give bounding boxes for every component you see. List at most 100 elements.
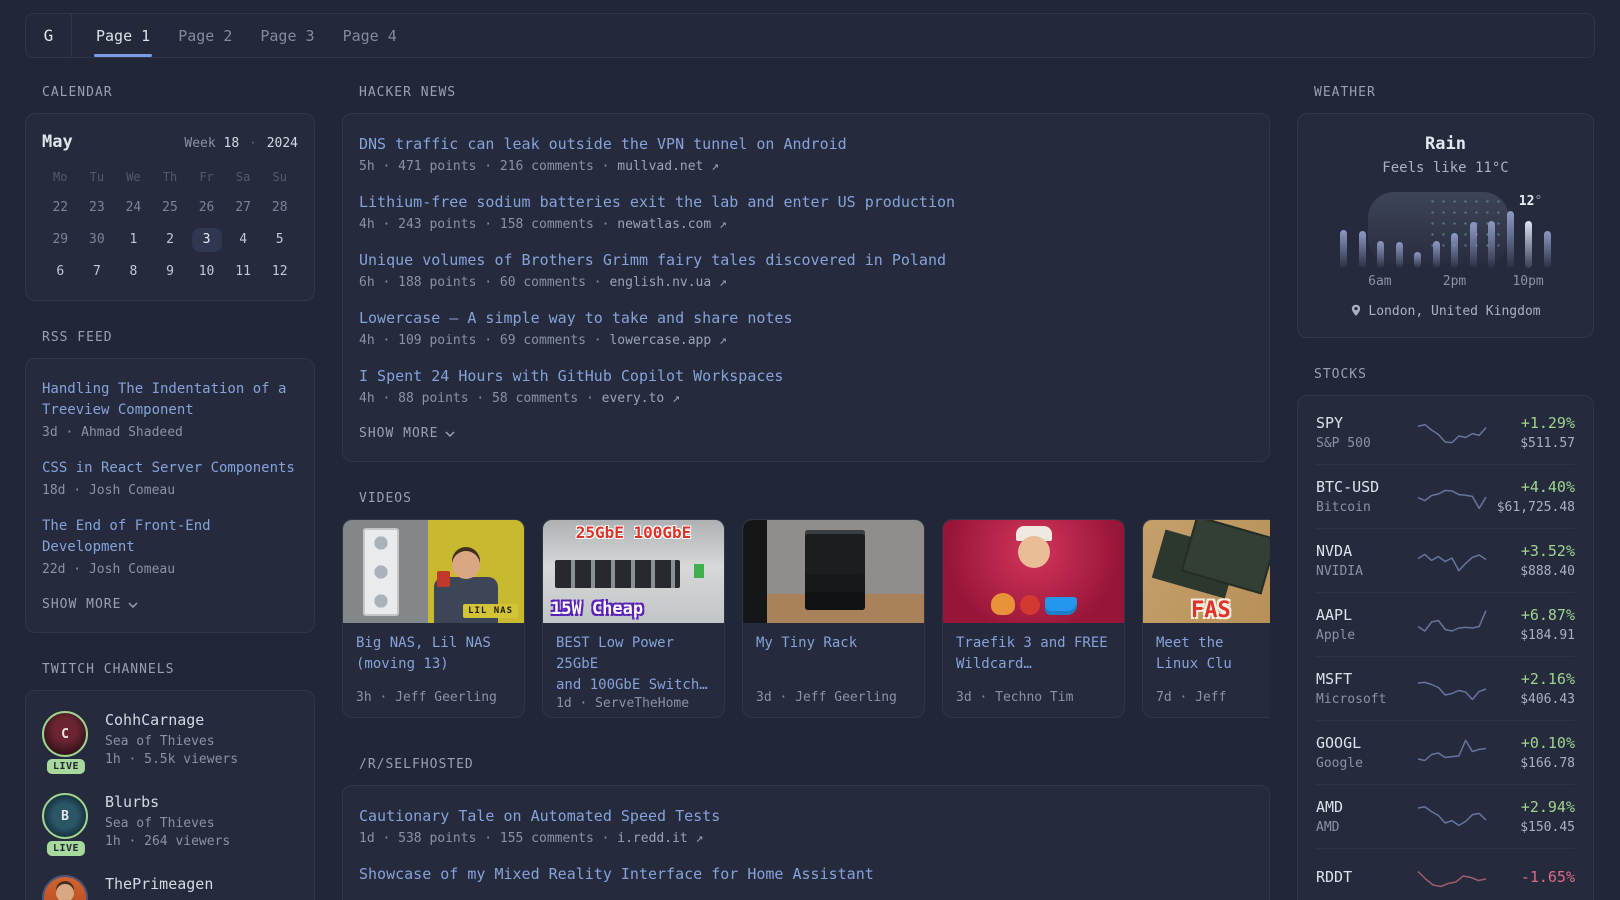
stock-row[interactable]: RDDT -1.65% — [1316, 848, 1575, 900]
twitch-channel-row[interactable]: ThePrimeagen — [42, 875, 298, 900]
video-title-line: Traefik 3 and FREE — [956, 635, 1108, 651]
stock-row[interactable]: NVDA NVIDIA +3.52% $888.40 — [1316, 528, 1575, 592]
video-card[interactable]: Traefik 3 and FREE Wildcard… 3d · Techno… — [942, 519, 1125, 718]
stock-price: $406.43 — [1491, 692, 1575, 707]
hn-item-meta: 4h · 109 points · 69 comments · lowercas… — [359, 333, 1253, 348]
video-title[interactable]: Meet the Linux Clu — [1156, 633, 1270, 675]
hn-source-link[interactable]: mullvad.net ↗ — [617, 159, 719, 174]
rss-show-more-button[interactable]: SHOW MORE — [42, 597, 298, 612]
peak-temp-value: 12 — [1519, 194, 1535, 209]
video-thumbnail[interactable] — [943, 520, 1124, 623]
calendar-day: 9 — [152, 260, 189, 284]
hn-item-title[interactable]: Lithium-free sodium batteries exit the l… — [359, 192, 1253, 213]
video-title-line: My Tiny Rack — [756, 635, 857, 651]
hn-item-title[interactable]: Lowercase – A simple way to take and sha… — [359, 308, 1253, 329]
rss-item-title[interactable]: CSS in React Server Components — [42, 458, 298, 479]
video-card[interactable]: LIL NAS Big NAS, Lil NAS (moving 13) 3h … — [342, 519, 525, 718]
rss-item: The End of Front-End Development 22d · J… — [42, 516, 298, 577]
stock-row[interactable]: SPY S&P 500 +1.29% $511.57 — [1316, 401, 1575, 464]
thumbnail-caption: LIL NAS — [463, 604, 518, 618]
channel-info: Blurbs Sea of Thieves 1h · 264 viewers — [105, 793, 230, 849]
video-title[interactable]: My Tiny Rack — [756, 633, 911, 654]
stock-sparkline — [1412, 800, 1491, 834]
video-title-line: Big NAS, Lil NAS — [356, 635, 491, 651]
video-title[interactable]: BEST Low Power 25GbE and 100GbE Switch… — [556, 633, 711, 696]
hn-source-link[interactable]: lowercase.app ↗ — [609, 333, 726, 348]
tab-page-4[interactable]: Page 4 — [341, 14, 399, 57]
stock-symbol[interactable]: AAPL — [1316, 606, 1412, 624]
stock-values: +2.16% $406.43 — [1491, 670, 1575, 707]
stock-symbol[interactable]: SPY — [1316, 414, 1412, 432]
video-title[interactable]: Traefik 3 and FREE Wildcard… — [956, 633, 1111, 675]
stock-price: $166.78 — [1491, 756, 1575, 771]
reddit-item-title[interactable]: Showcase of my Mixed Reality Interface f… — [359, 864, 1253, 885]
hn-meta-text: 4h · 243 points · 158 comments · — [359, 217, 609, 232]
stock-change: +4.40% — [1491, 478, 1575, 496]
tab-page-3[interactable]: Page 3 — [258, 14, 316, 57]
hackernews-section-title: HACKER NEWS — [359, 85, 1270, 100]
chevron-down-icon — [445, 431, 455, 437]
stock-row[interactable]: AMD AMD +2.94% $150.45 — [1316, 784, 1575, 848]
hn-item: Lithium-free sodium batteries exit the l… — [359, 192, 1253, 232]
tab-page-2[interactable]: Page 2 — [176, 14, 234, 57]
hn-source-link[interactable]: newatlas.com ↗ — [617, 217, 727, 232]
stock-symbol[interactable]: AMD — [1316, 798, 1412, 816]
weather-condition: Rain — [1316, 134, 1575, 154]
rss-item-meta: 3d · Ahmad Shadeed — [42, 425, 298, 440]
stock-row[interactable]: BTC-USD Bitcoin +4.40% $61,725.48 — [1316, 464, 1575, 528]
channel-name[interactable]: ThePrimeagen — [105, 875, 213, 893]
dashboard-page: G Page 1 Page 2 Page 3 Page 4 CALENDAR M… — [0, 0, 1620, 900]
stock-values: +1.29% $511.57 — [1491, 414, 1575, 451]
stock-symbol[interactable]: RDDT — [1316, 868, 1412, 886]
twitch-channel-row[interactable]: B LIVE Blurbs Sea of Thieves 1h · 264 vi… — [42, 793, 298, 849]
stock-symbol[interactable]: MSFT — [1316, 670, 1412, 688]
video-info: Meet the Linux Clu 7d · Jeff — [1143, 623, 1270, 717]
sparkline-chart — [1416, 608, 1488, 642]
weather-location: London, United Kingdom — [1316, 304, 1575, 319]
reddit-source-link[interactable]: i.redd.it ↗ — [617, 831, 703, 846]
channel-name[interactable]: Blurbs — [105, 793, 230, 811]
peak-temp-unit: ° — [1534, 194, 1542, 209]
stock-symbol[interactable]: NVDA — [1316, 542, 1412, 560]
thumbnail-art — [743, 520, 767, 623]
hn-item-title[interactable]: Unique volumes of Brothers Grimm fairy t… — [359, 250, 1253, 271]
video-thumbnail[interactable]: LIL NAS — [343, 520, 524, 623]
avatar — [42, 875, 88, 900]
video-thumbnail[interactable] — [743, 520, 924, 623]
stock-change: +2.16% — [1491, 670, 1575, 688]
sparkline-chart — [1416, 544, 1488, 578]
hn-source-link[interactable]: english.nv.ua ↗ — [609, 275, 726, 290]
hn-item-title[interactable]: DNS traffic can leak outside the VPN tun… — [359, 134, 1253, 155]
stock-row[interactable]: AAPL Apple +6.87% $184.91 — [1316, 592, 1575, 656]
reddit-item: Cautionary Tale on Automated Speed Tests… — [359, 806, 1253, 846]
rss-item-title[interactable]: The End of Front-End Development — [42, 516, 298, 558]
app-logo[interactable]: G — [26, 14, 72, 57]
tab-page-1[interactable]: Page 1 — [94, 14, 152, 57]
thumbnail-art — [694, 564, 704, 578]
calendar-day: 26 — [188, 196, 225, 220]
video-thumbnail[interactable]: 25GbE 100GbE 15W Cheap — [543, 520, 724, 623]
calendar-header: May Week 18 · 2024 — [42, 132, 298, 152]
stock-row[interactable]: MSFT Microsoft +2.16% $406.43 — [1316, 656, 1575, 720]
video-card[interactable]: 25GbE 100GbE 15W Cheap BEST Low Power 25… — [542, 519, 725, 718]
twitch-channel-row[interactable]: C LIVE CohhCarnage Sea of Thieves 1h · 5… — [42, 711, 298, 767]
hn-item-title[interactable]: I Spent 24 Hours with GitHub Copilot Wor… — [359, 366, 1253, 387]
video-title-line: Wildcard… — [956, 656, 1032, 672]
calendar-day: 25 — [152, 196, 189, 220]
hn-source-link[interactable]: every.to ↗ — [602, 391, 680, 406]
video-card[interactable]: FAS Meet the Linux Clu 7d · Jeff — [1142, 519, 1270, 718]
channel-name[interactable]: CohhCarnage — [105, 711, 238, 729]
rss-item-title[interactable]: Handling The Indentation of a Treeview C… — [42, 379, 298, 421]
stock-row[interactable]: GOOGL Google +0.10% $166.78 — [1316, 720, 1575, 784]
stock-symbol[interactable]: GOOGL — [1316, 734, 1412, 752]
stock-values: +0.10% $166.78 — [1491, 734, 1575, 771]
calendar-day: 27 — [225, 196, 262, 220]
weather-location-text: London, United Kingdom — [1368, 304, 1540, 319]
video-title[interactable]: Big NAS, Lil NAS (moving 13) — [356, 633, 511, 675]
hn-show-more-button[interactable]: SHOW MORE — [359, 426, 1253, 441]
video-thumbnail[interactable]: FAS — [1143, 520, 1270, 623]
stock-change: -1.65% — [1491, 868, 1575, 886]
video-card[interactable]: My Tiny Rack 3d · Jeff Geerling — [742, 519, 925, 718]
reddit-item-title[interactable]: Cautionary Tale on Automated Speed Tests — [359, 806, 1253, 827]
stock-symbol[interactable]: BTC-USD — [1316, 478, 1412, 496]
